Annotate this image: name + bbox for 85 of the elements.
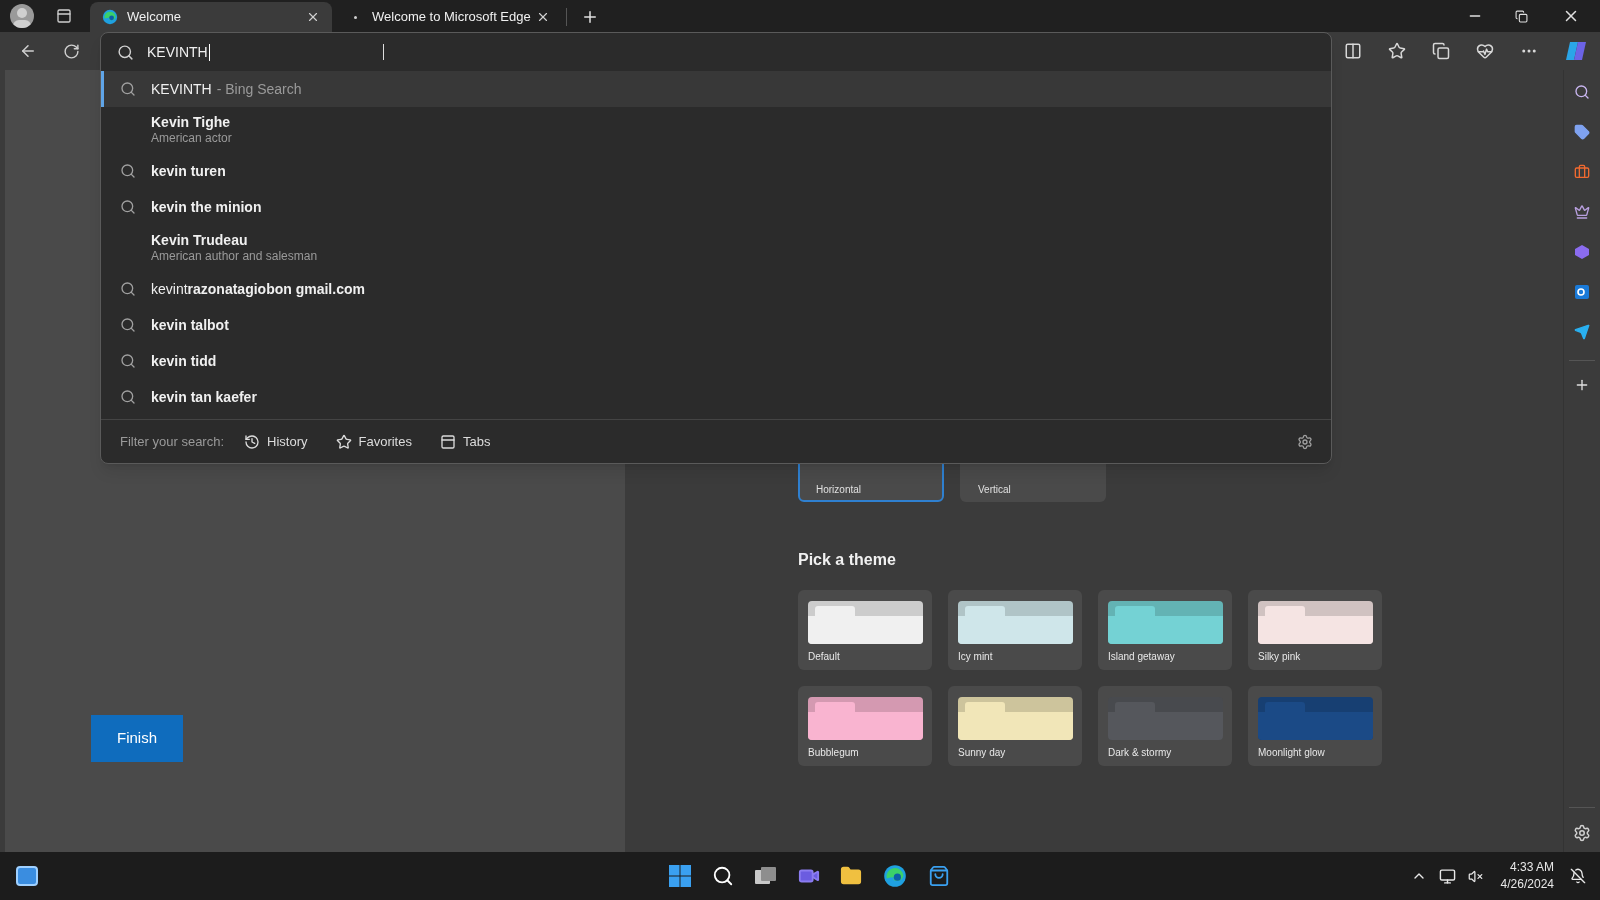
favorites-icon[interactable] <box>1388 42 1406 60</box>
theme-card[interactable]: Sunny day <box>948 686 1082 766</box>
clock-date[interactable]: 4/26/2024 <box>1500 876 1554 893</box>
history-icon <box>244 433 261 450</box>
browser-tab[interactable]: Welcome to Microsoft Edge <box>336 2 562 32</box>
filter-option[interactable]: Tabs <box>439 431 491 452</box>
notification-bell-icon[interactable] <box>1570 868 1586 884</box>
suggestion-item[interactable]: Kevin Trudeau American author and salesman <box>101 225 1331 271</box>
profile-avatar-icon[interactable] <box>10 4 34 28</box>
restore-icon[interactable] <box>1515 9 1528 23</box>
search-icon <box>120 199 136 215</box>
theme-card[interactable]: Bubblegum <box>798 686 932 766</box>
add-icon[interactable] <box>1574 377 1590 393</box>
suggestion-text: kevin tan kaefer <box>151 387 257 407</box>
theme-card[interactable]: Island getaway <box>1098 590 1232 670</box>
refresh-icon[interactable] <box>63 42 80 60</box>
windows-start-icon[interactable] <box>668 864 693 888</box>
browser-tab[interactable]: Welcome <box>90 2 332 32</box>
suggestion-item[interactable]: kevin turen <box>101 153 1331 189</box>
search-icon <box>120 317 136 333</box>
search-icon <box>117 43 134 61</box>
heart-pulse-icon[interactable] <box>1476 42 1494 60</box>
theme-card[interactable]: Dark & stormy <box>1098 686 1232 766</box>
theme-name: Moonlight glow <box>1258 746 1326 760</box>
split-screen-icon[interactable] <box>1344 42 1362 60</box>
close-tab-icon[interactable] <box>306 10 320 24</box>
section-heading: Pick a theme <box>798 550 897 570</box>
widgets-icon[interactable] <box>16 866 38 886</box>
folder-icon[interactable] <box>840 865 863 887</box>
theme-name: Silky pink <box>1258 650 1302 664</box>
collections-icon[interactable] <box>1432 42 1450 60</box>
finish-button[interactable]: Finish <box>91 715 183 762</box>
suggestion-text: kevin the minion <box>151 197 262 217</box>
address-input[interactable]: KEVINTH <box>147 41 210 63</box>
filter-option[interactable]: History <box>244 431 308 452</box>
suggestion-item[interactable]: kevin the minion <box>101 189 1331 225</box>
theme-name: Dark & stormy <box>1108 746 1173 760</box>
suggestion-item[interactable]: kevin talbot <box>101 307 1331 343</box>
clock-time[interactable]: 4:33 AM <box>1509 859 1554 876</box>
suggestion-subtitle: American actor <box>151 131 232 147</box>
task-view-icon[interactable] <box>754 865 779 887</box>
suggestion-text: kevin turen <box>151 161 226 181</box>
suggestion-item[interactable]: KEVINTH - Bing Search <box>101 71 1331 107</box>
search-icon <box>120 353 136 369</box>
theme-name: Sunny day <box>958 746 1007 760</box>
star-icon <box>335 433 352 450</box>
suggestion-title: Kevin Tighe <box>151 113 232 132</box>
suggestion-text: kevintrazonatagiobon gmail.com <box>151 279 365 299</box>
search-icon <box>120 163 136 179</box>
muted-speaker-icon[interactable] <box>1467 868 1483 884</box>
tabs-icon <box>439 433 456 450</box>
search-icon[interactable] <box>712 865 735 887</box>
new-tab-icon[interactable] <box>581 8 599 26</box>
search-icon <box>120 81 136 97</box>
theme-name: Island getaway <box>1108 650 1176 664</box>
search-icon <box>120 389 136 405</box>
theme-name: Default <box>808 650 841 664</box>
search-icon <box>120 281 136 297</box>
settings-icon[interactable] <box>1297 433 1313 450</box>
shopping-bag-icon[interactable] <box>928 865 951 887</box>
tab-title: Welcome <box>127 8 182 27</box>
close-tab-icon[interactable] <box>536 10 550 24</box>
suggestion-item[interactable]: kevin tidd <box>101 343 1331 379</box>
tab-actions-icon[interactable] <box>56 8 72 24</box>
suggestion-subtitle: American author and salesman <box>151 249 318 265</box>
theme-card[interactable]: Moonlight glow <box>1248 686 1382 766</box>
filter-label: Filter your search: <box>120 432 225 451</box>
filter-option[interactable]: Favorites <box>335 431 412 452</box>
theme-card[interactable]: Default <box>798 590 932 670</box>
suggestion-title: Kevin Trudeau <box>151 231 249 250</box>
theme-card[interactable]: Icy mint <box>948 590 1082 670</box>
theme-name: Icy mint <box>958 650 994 664</box>
tab-title: Welcome to Microsoft Edge <box>372 8 532 27</box>
suggestion-text: kevin tidd <box>151 351 217 371</box>
settings-icon[interactable] <box>1573 824 1591 842</box>
network-icon[interactable] <box>1438 867 1456 885</box>
suggestion-item[interactable]: kevin tan kaefer <box>101 379 1331 415</box>
suggestion-item[interactable]: Kevin Tighe American actor <box>101 107 1331 153</box>
suggestion-text: KEVINTH <box>151 79 212 99</box>
suggestion-source: - Bing Search <box>216 79 302 99</box>
suggestion-item[interactable]: kevintrazonatagiobon gmail.com <box>101 271 1331 307</box>
suggestion-text: kevin talbot <box>151 315 229 335</box>
theme-name: Bubblegum <box>808 746 860 760</box>
back-icon[interactable] <box>19 42 37 60</box>
theme-card[interactable]: Silky pink <box>1248 590 1382 670</box>
